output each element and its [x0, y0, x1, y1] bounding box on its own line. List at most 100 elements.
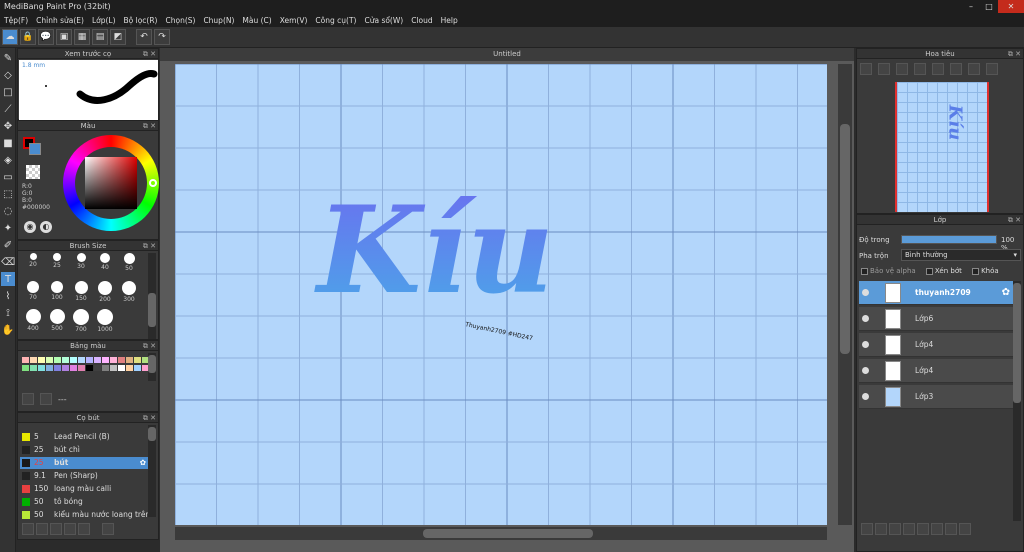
layer-row[interactable]: Lớp4 [859, 359, 1013, 383]
palette-swatch[interactable] [94, 357, 101, 363]
palette-swatch[interactable] [78, 365, 85, 371]
redo-icon[interactable]: ↷ [154, 29, 170, 45]
palette-swatch[interactable] [70, 357, 77, 363]
palette-swatch[interactable] [54, 365, 61, 371]
menu-help[interactable]: Help [437, 16, 462, 25]
undo-icon[interactable]: ↶ [136, 29, 152, 45]
eyedropper-icon[interactable]: ⟟ [1, 306, 15, 320]
expand-icon[interactable]: ⧉ ✕ [143, 121, 156, 131]
cloud-brush-icon[interactable] [22, 523, 34, 535]
save-icon[interactable]: ▣ [56, 29, 72, 45]
clipping-checkbox[interactable] [925, 267, 933, 275]
palette-swatch[interactable] [38, 365, 45, 371]
gradient-tool-icon[interactable]: ▭ [1, 170, 15, 184]
brush-list-item[interactable]: 150 loang màu calli [20, 483, 148, 495]
layer-folder-icon[interactable] [917, 523, 929, 535]
rotate-left-icon[interactable] [932, 63, 944, 75]
expand-icon[interactable]: ⧉ ✕ [143, 49, 156, 59]
palette-swatch[interactable] [70, 365, 77, 371]
hue-handle[interactable] [149, 179, 157, 187]
canvas-horizontal-scrollbar[interactable] [175, 527, 827, 540]
menu-select[interactable]: Chọn(S) [161, 16, 199, 25]
palette-swatch[interactable] [118, 365, 125, 371]
maximize-button[interactable]: □ [980, 0, 998, 13]
close-button[interactable]: ✕ [998, 0, 1024, 13]
layer-scrollbar[interactable] [1013, 281, 1021, 521]
menu-file[interactable]: Tệp(F) [0, 16, 32, 25]
blend-mode-select[interactable]: Bình thường ▾ [901, 249, 1021, 261]
palette-swatch[interactable] [22, 365, 29, 371]
palette-swatch[interactable] [38, 357, 45, 363]
palette-swatch[interactable] [30, 365, 37, 371]
palette-swatch[interactable] [110, 365, 117, 371]
artboard[interactable]: Kíu Thuyanh2709 #HD247 [175, 64, 827, 525]
brush-size-option[interactable]: 25 [46, 253, 68, 269]
brush-size-option[interactable]: 30 [70, 253, 92, 270]
palette-swatch[interactable] [30, 357, 37, 363]
brush-size-option[interactable]: 20 [22, 253, 44, 268]
copy-brush-icon[interactable] [50, 523, 62, 535]
palette-swatch[interactable] [86, 365, 93, 371]
brush-size-option[interactable]: 200 [94, 281, 116, 303]
palette-swatch[interactable] [62, 357, 69, 363]
magic-wand-icon[interactable]: ✦ [1, 221, 15, 235]
palette-swatch[interactable] [118, 357, 125, 363]
menu-view[interactable]: Xem(V) [276, 16, 312, 25]
shape-tool-icon[interactable]: ■ [1, 136, 15, 150]
brush-size-option[interactable]: 70 [22, 281, 44, 301]
fill-tool-icon[interactable]: ◈ [1, 153, 15, 167]
text-tool-icon[interactable]: T [1, 272, 15, 286]
select-eraser-icon[interactable]: ⌫ [1, 255, 15, 269]
divide-tool-icon[interactable]: ⌇ [1, 289, 15, 303]
palette-swatch[interactable] [134, 365, 141, 371]
add-brush-icon[interactable] [36, 523, 48, 535]
move-tool-icon[interactable]: ✥ [1, 119, 15, 133]
folder-icon[interactable] [64, 523, 76, 535]
palette-swatch[interactable] [54, 357, 61, 363]
palette-swatch[interactable] [86, 357, 93, 363]
transparent-color[interactable] [26, 165, 40, 179]
gear-icon[interactable]: ✿ [140, 457, 146, 469]
navigator-preview[interactable]: Kíu [895, 82, 989, 212]
brush-list-item[interactable]: 9.1 Pen (Sharp) [20, 470, 148, 482]
menu-edit[interactable]: Chỉnh sửa(E) [32, 16, 88, 25]
lasso-tool-icon[interactable]: ◌ [1, 204, 15, 218]
new-1bit-layer-icon[interactable] [889, 523, 901, 535]
menu-cloud[interactable]: Cloud [407, 16, 436, 25]
brush-list-item[interactable]: 25 bút chì [20, 444, 148, 456]
fit-icon[interactable] [896, 63, 908, 75]
menu-window[interactable]: Cửa sổ(W) [360, 16, 407, 25]
select-tool-icon[interactable]: ⬚ [1, 187, 15, 201]
delete-layer-icon[interactable] [959, 523, 971, 535]
palette-scrollbar[interactable] [148, 353, 156, 381]
layer-row[interactable]: Lớp4 [859, 333, 1013, 357]
rotate-right-icon[interactable] [968, 63, 980, 75]
new-halftone-layer-icon[interactable] [875, 523, 887, 535]
eye-icon[interactable] [862, 367, 869, 374]
palette-swatch[interactable] [102, 365, 109, 371]
color-mode-icon[interactable]: ◐ [40, 221, 52, 233]
brush-size-scrollbar[interactable] [148, 253, 156, 339]
opacity-slider[interactable] [901, 235, 997, 244]
snap-icon[interactable]: ◩ [110, 29, 126, 45]
brush-size-option[interactable]: 300 [118, 281, 140, 303]
new-layer-icon[interactable] [861, 523, 873, 535]
brush-list-item[interactable]: 50 tô bóng [20, 496, 148, 508]
delete-palette-icon[interactable] [40, 393, 52, 405]
expand-icon[interactable]: ⧉ ✕ [143, 413, 156, 423]
expand-icon[interactable]: ⧉ ✕ [1008, 49, 1021, 59]
brush-size-option[interactable]: 150 [70, 281, 92, 302]
protect-alpha-checkbox[interactable] [861, 267, 868, 275]
canvas-vertical-scrollbar[interactable] [838, 64, 852, 525]
eye-icon[interactable] [862, 315, 869, 322]
menu-tools[interactable]: Công cụ(T) [311, 16, 360, 25]
lock-checkbox[interactable] [972, 267, 980, 275]
comment-icon[interactable]: 💬 [38, 29, 54, 45]
palette-icon[interactable]: ◉ [24, 221, 36, 233]
brush-size-option[interactable]: 500 [46, 309, 68, 332]
brush-size-option[interactable]: 1000 [94, 309, 116, 333]
menu-layer[interactable]: Lớp(L) [88, 16, 120, 25]
cloud-icon[interactable]: ☁ [2, 29, 18, 45]
palette-swatch[interactable] [102, 357, 109, 363]
brush-size-option[interactable]: 400 [22, 309, 44, 332]
